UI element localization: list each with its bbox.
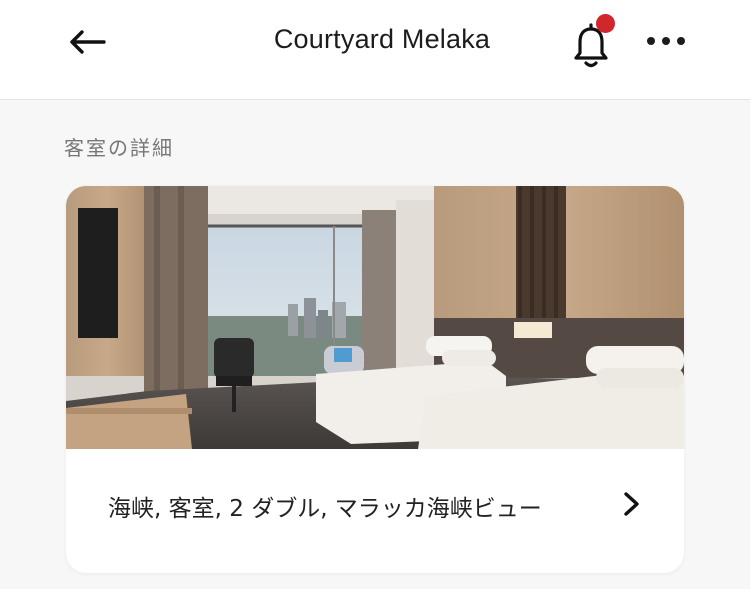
more-dot xyxy=(662,37,670,45)
notification-dot xyxy=(596,14,615,33)
notifications-button[interactable] xyxy=(568,14,618,68)
room-details-row[interactable]: 海峡, 客室, 2 ダブル, マラッカ海峡ビュー xyxy=(66,449,684,573)
more-dot xyxy=(647,37,655,45)
arrow-left-icon xyxy=(70,30,106,54)
more-dot xyxy=(677,37,685,45)
section-title: 客室の詳細 xyxy=(64,136,174,160)
room-card[interactable]: 海峡, 客室, 2 ダブル, マラッカ海峡ビュー xyxy=(66,186,684,573)
chevron-right-icon xyxy=(624,492,639,516)
more-options-button[interactable] xyxy=(640,28,692,54)
room-name: 海峡, 客室, 2 ダブル, マラッカ海峡ビュー xyxy=(108,496,542,522)
app-header: Courtyard Melaka xyxy=(0,0,750,100)
hotel-room-photo xyxy=(66,186,684,449)
page-title: Courtyard Melaka xyxy=(273,24,491,54)
back-button[interactable] xyxy=(62,22,110,62)
